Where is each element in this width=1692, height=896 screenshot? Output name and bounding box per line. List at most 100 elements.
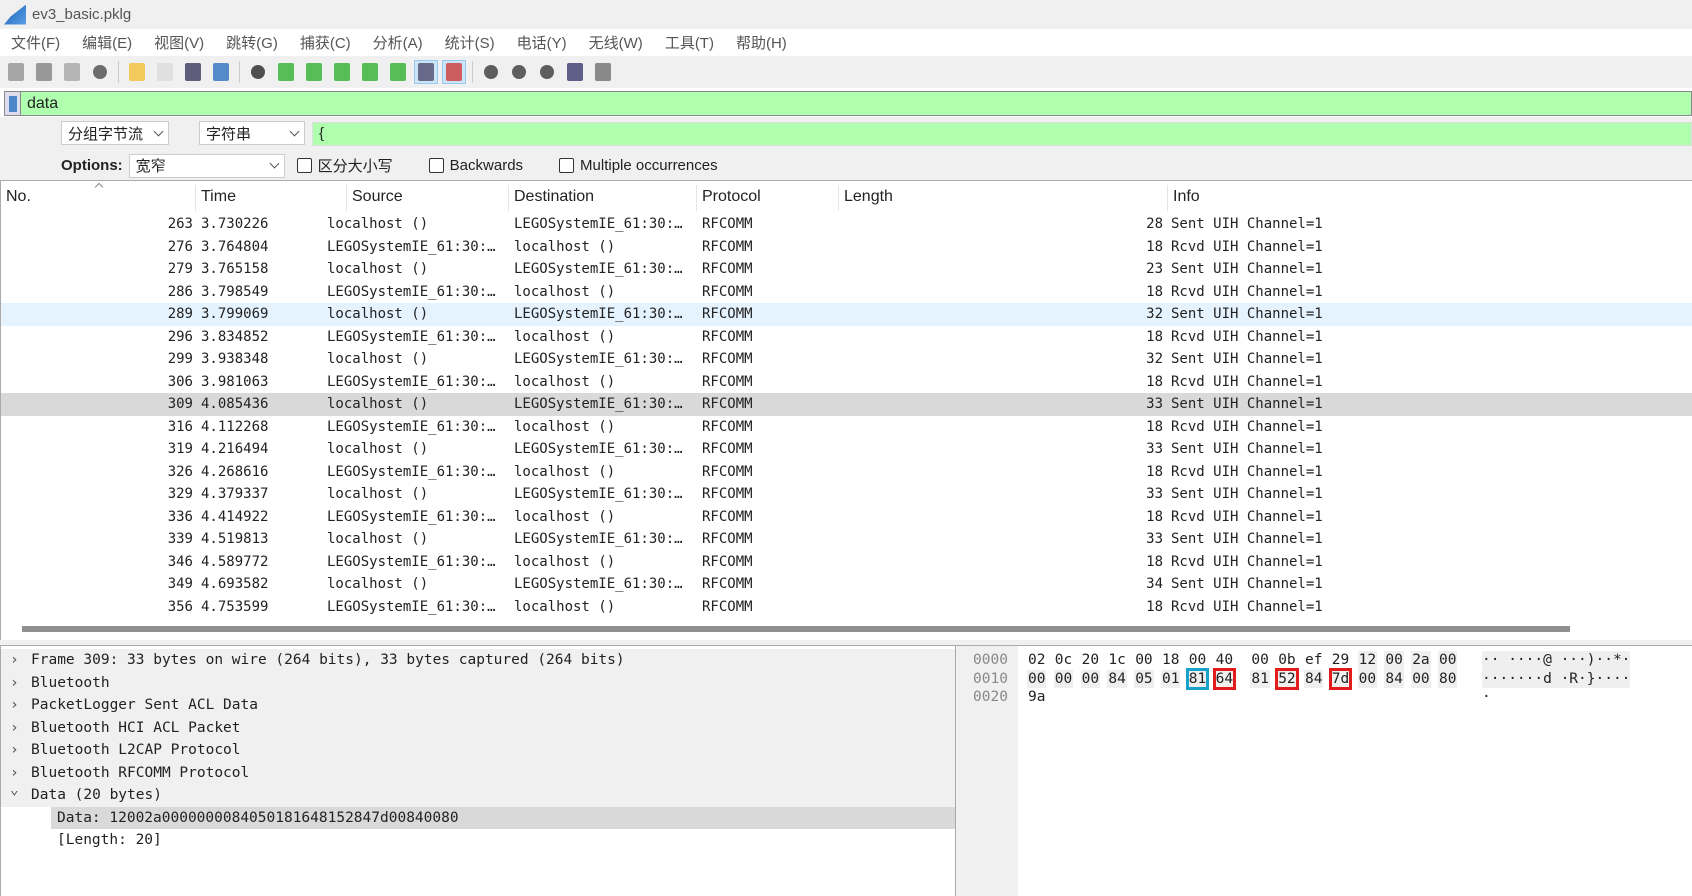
open-file-button[interactable] <box>125 60 149 84</box>
hex-byte[interactable]: 20 <box>1081 651 1100 670</box>
reload-file-button[interactable] <box>209 60 233 84</box>
multiple-occurrences-checkbox[interactable]: Multiple occurrences <box>559 157 718 174</box>
case-sensitive-checkbox[interactable]: 区分大小写 <box>296 155 393 176</box>
menu-item[interactable]: 统计(S) <box>434 32 506 53</box>
hex-byte[interactable]: 00 <box>1250 651 1269 670</box>
auto-scroll-button[interactable] <box>414 60 438 84</box>
menu-item[interactable]: 分析(A) <box>362 32 434 53</box>
go-forward-button[interactable] <box>302 60 326 84</box>
packet-row[interactable]: 276 3.764804 LEGOSystemIE_61:30:… localhost… <box>1 236 1692 259</box>
menu-item[interactable]: 无线(W) <box>578 32 654 53</box>
column-header-length[interactable]: Length <box>844 188 893 206</box>
chevron-right-icon[interactable]: › <box>10 649 19 672</box>
start-capture-button[interactable] <box>4 60 28 84</box>
bookmark-icon[interactable] <box>5 92 21 115</box>
last-packet-button[interactable] <box>386 60 410 84</box>
hex-byte[interactable]: 00 <box>1080 669 1101 688</box>
tree-item[interactable]: › Bluetooth L2CAP Protocol <box>1 739 956 762</box>
hex-byte[interactable]: 00 <box>1188 651 1207 670</box>
menu-item[interactable]: 跳转(G) <box>215 32 289 53</box>
first-packet-button[interactable] <box>358 60 382 84</box>
zoom-out-button[interactable] <box>507 60 531 84</box>
packet-row[interactable]: 289 3.799069 localhost () LEGOSystemIE_61:3… <box>1 303 1692 326</box>
packet-list[interactable]: No. Time Source Destination Protocol Length In… <box>0 180 1692 640</box>
column-header-destination[interactable]: Destination <box>514 188 594 206</box>
chevron-right-icon[interactable]: › <box>10 672 19 695</box>
hex-byte[interactable]: 00 <box>1027 669 1047 688</box>
horizontal-scrollbar[interactable] <box>22 626 1570 632</box>
packet-row[interactable]: 316 4.112268 LEGOSystemIE_61:30:… localhost… <box>1 416 1692 439</box>
zoom-in-button[interactable] <box>479 60 503 84</box>
hex-byte[interactable]: 81 <box>1250 669 1270 688</box>
column-divider[interactable] <box>346 185 347 211</box>
hex-byte[interactable]: 84 <box>1384 669 1404 688</box>
column-header-no[interactable]: No. <box>6 188 31 206</box>
hex-ascii[interactable]: ·······d ·R·}···· <box>1482 669 1631 688</box>
column-divider[interactable] <box>195 185 196 211</box>
display-filter-bar[interactable]: data <box>4 91 1692 116</box>
column-header-time[interactable]: Time <box>201 188 236 206</box>
menu-item[interactable]: 捕获(C) <box>289 32 362 53</box>
column-header-source[interactable]: Source <box>352 188 403 206</box>
chevron-right-icon[interactable]: › <box>10 717 19 740</box>
stop-capture-button[interactable] <box>32 60 56 84</box>
hex-byte[interactable]: 00 <box>1357 669 1378 688</box>
find-input[interactable]: { <box>312 122 1692 146</box>
hex-byte[interactable]: 05 <box>1134 669 1154 688</box>
capture-options-button[interactable] <box>88 60 112 84</box>
tree-item[interactable]: › Frame 309: 33 bytes on wire (264 bits),… <box>1 649 956 672</box>
close-file-button[interactable] <box>181 60 205 84</box>
hex-byte[interactable]: ef <box>1304 651 1323 670</box>
hex-byte[interactable]: 40 <box>1215 651 1234 670</box>
tree-item[interactable]: ⌄ Data (20 bytes) <box>1 782 956 807</box>
chevron-right-icon[interactable]: › <box>10 739 19 762</box>
tree-item[interactable]: [Length: 20] <box>1 829 956 852</box>
hex-byte[interactable]: 52 <box>1275 667 1299 690</box>
hex-byte[interactable]: 00 <box>1411 669 1431 688</box>
colorize-button[interactable] <box>442 60 466 84</box>
tree-item[interactable]: › Bluetooth HCI ACL Packet <box>1 716 956 740</box>
packet-row[interactable]: 319 4.216494 localhost () LEGOSystemIE_61:3… <box>1 438 1692 461</box>
column-header-info[interactable]: Info <box>1173 188 1200 206</box>
hex-byte[interactable]: 12 <box>1357 651 1378 670</box>
packet-row[interactable]: 279 3.765158 localhost () LEGOSystemIE_61:3… <box>1 258 1692 281</box>
packet-row[interactable]: 306 3.981063 LEGOSystemIE_61:30:… localhost… <box>1 371 1692 394</box>
column-divider[interactable] <box>838 185 839 211</box>
column-divider[interactable] <box>508 185 509 211</box>
column-header-protocol[interactable]: Protocol <box>702 188 761 206</box>
search-in-select[interactable]: 分组字节流 <box>61 121 169 145</box>
search-type-select[interactable]: 字符串 <box>199 121 305 145</box>
menu-item[interactable]: 编辑(E) <box>71 32 143 53</box>
packet-row[interactable]: 299 3.938348 localhost () LEGOSystemIE_61:3… <box>1 348 1692 371</box>
hex-ascii[interactable]: ·· ····@ ···)··*· <box>1482 651 1631 670</box>
hex-byte[interactable]: 9a <box>1027 688 1046 707</box>
hex-byte[interactable]: 80 <box>1438 669 1458 688</box>
save-file-button[interactable] <box>153 60 177 84</box>
packet-row[interactable]: 339 4.519813 localhost () LEGOSystemIE_61:3… <box>1 528 1692 551</box>
tree-item[interactable]: › Bluetooth RFCOMM Protocol <box>1 761 956 784</box>
hex-byte[interactable]: 0b <box>1277 651 1296 670</box>
display-filter-input[interactable]: data <box>27 95 58 113</box>
hex-byte[interactable]: 2a <box>1411 651 1431 670</box>
packet-row[interactable]: 329 4.379337 localhost () LEGOSystemIE_61:3… <box>1 483 1692 506</box>
packet-row[interactable]: 326 4.268616 LEGOSystemIE_61:30:… localhost… <box>1 461 1692 484</box>
hex-byte[interactable]: 00 <box>1134 651 1153 670</box>
menu-item[interactable]: 视图(V) <box>143 32 215 53</box>
hex-byte[interactable]: 1c <box>1107 651 1126 670</box>
packet-row[interactable]: 286 3.798549 LEGOSystemIE_61:30:… localhost… <box>1 281 1692 304</box>
vertical-splitter[interactable] <box>955 646 963 896</box>
menu-item[interactable]: 文件(F) <box>0 32 71 53</box>
chevron-right-icon[interactable]: › <box>10 694 19 717</box>
hex-byte[interactable]: 84 <box>1304 669 1324 688</box>
charset-select[interactable]: 宽窄 <box>128 153 285 178</box>
backwards-checkbox[interactable]: Backwards <box>428 157 523 174</box>
menu-item[interactable]: 帮助(H) <box>725 32 798 53</box>
tree-item[interactable]: › Bluetooth <box>1 671 956 695</box>
tree-item[interactable]: › PacketLogger Sent ACL Data <box>1 694 956 717</box>
hex-byte[interactable]: 7d <box>1328 667 1353 690</box>
hex-byte[interactable]: 00 <box>1384 651 1404 670</box>
menu-item[interactable]: 工具(T) <box>654 32 725 53</box>
hex-byte[interactable]: 00 <box>1053 669 1074 688</box>
packet-row[interactable]: 336 4.414922 LEGOSystemIE_61:30:… localhost… <box>1 506 1692 529</box>
chevron-down-icon[interactable]: ⌄ <box>10 779 19 802</box>
